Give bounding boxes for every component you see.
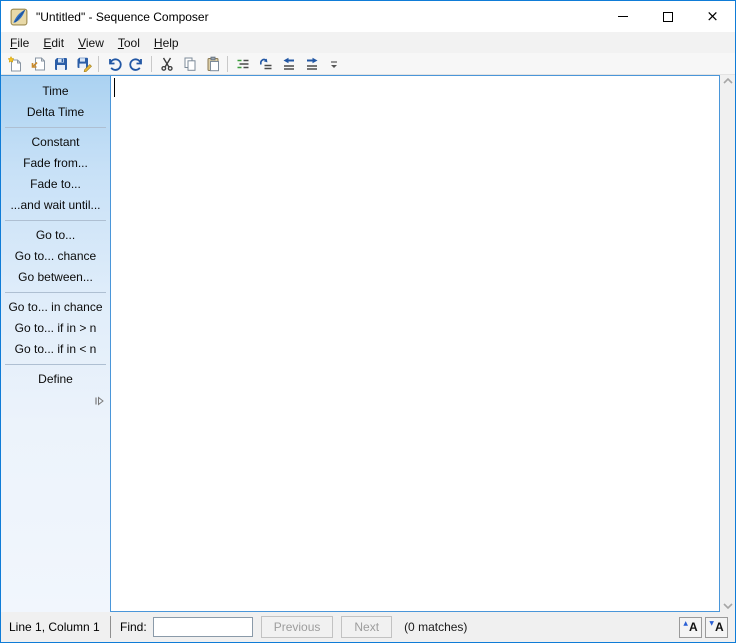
sidebar-item-define[interactable]: Define [1,369,110,390]
copy-icon [184,57,195,71]
sidebar-item-time[interactable]: Time [1,81,110,102]
undo-icon [108,57,122,71]
minimize-icon [617,16,628,17]
sidebar-item-delta-time[interactable]: Delta Time [1,102,110,123]
paste-icon [207,56,219,71]
save-button[interactable] [49,53,72,74]
scroll-down-icon[interactable] [722,603,733,609]
close-icon: × [706,7,719,25]
statusbar-separator [110,616,111,638]
triangle-down-icon: ▼ [709,619,714,627]
window-title: "Untitled" - Sequence Composer [36,9,209,24]
toolbar-overflow-button[interactable] [327,53,341,74]
redo-button[interactable] [125,53,148,74]
sidebar-separator [5,127,106,128]
find-input[interactable] [152,617,253,637]
save-icon [54,57,67,70]
sidebar-item-go-to-chance[interactable]: Go to... chance [1,246,110,267]
app-window: "Untitled" - Sequence Composer × File Ed… [0,0,736,643]
save-as-icon [77,57,92,72]
toolbar-separator [227,55,228,72]
new-file-button[interactable] [3,53,26,74]
sidebar-separator [5,220,106,221]
editor-scrollbar[interactable] [720,75,735,612]
toolbar-separator [151,55,152,72]
font-increase-label: A [688,619,698,634]
match-count: (0 matches) [404,620,468,634]
undo-button[interactable] [102,53,125,74]
toolbar [1,53,735,75]
menu-tool[interactable]: Tool [111,34,147,52]
menu-view[interactable]: View [71,34,111,52]
find-next-button[interactable]: Next [341,616,393,638]
text-caret [114,78,115,97]
font-decrease-button[interactable]: ▼ A [705,616,728,638]
sidebar-separator [5,292,106,293]
sidebar-item-fade-to[interactable]: Fade to... [1,174,110,195]
sidebar-item-fade-from[interactable]: Fade from... [1,153,110,174]
title-bar: "Untitled" - Sequence Composer × [1,1,735,32]
maximize-button[interactable] [645,1,690,32]
action-palette: Time Delta Time Constant Fade from... Fa… [1,75,110,612]
app-icon [10,8,28,25]
shift-right-button[interactable] [300,53,323,74]
format-document-icon [237,59,248,68]
triangle-up-icon: ▲ [683,619,688,627]
sidebar-item-constant[interactable]: Constant [1,132,110,153]
sidebar-item-go-between[interactable]: Go between... [1,267,110,288]
find-previous-button[interactable]: Previous [260,616,334,638]
new-file-icon [6,55,21,71]
menu-help[interactable]: Help [147,34,186,52]
collapse-panel-icon [95,396,104,406]
open-file-icon [31,57,45,70]
redo-icon [128,57,142,71]
maximize-icon [662,11,673,22]
sidebar-collapse-button[interactable] [1,390,110,406]
scroll-up-icon[interactable] [722,78,733,84]
save-as-button[interactable] [72,53,95,74]
menu-bar: File Edit View Tool Help [1,32,735,53]
sidebar-item-go-to-in-chance[interactable]: Go to... in chance [1,297,110,318]
sequence-editor[interactable] [110,75,720,612]
minimize-button[interactable] [600,1,645,32]
smart-indent-icon [259,58,271,69]
cut-button[interactable] [155,53,178,74]
format-document-button[interactable] [231,53,254,74]
close-button[interactable]: × [690,1,735,32]
sidebar-item-go-to-if-in-lt-n[interactable]: Go to... if in < n [1,339,110,360]
menu-file[interactable]: File [3,34,36,52]
shift-left-icon [283,57,294,70]
main-content: Time Delta Time Constant Fade from... Fa… [1,75,735,612]
shift-right-icon [306,57,317,70]
toolbar-overflow-icon [331,60,337,68]
sidebar-separator [5,364,106,365]
shift-left-button[interactable] [277,53,300,74]
open-file-button[interactable] [26,53,49,74]
cursor-position-label: Line 1, Column 1 [9,620,100,634]
sidebar-item-go-to[interactable]: Go to... [1,225,110,246]
cut-icon [160,57,173,71]
font-increase-button[interactable]: ▲ A [679,616,702,638]
status-bar: Line 1, Column 1 Find: Previous Next (0 … [1,612,735,642]
copy-button[interactable] [178,53,201,74]
find-label: Find: [120,620,147,634]
menu-edit[interactable]: Edit [36,34,71,52]
sidebar-item-and-wait-until[interactable]: ...and wait until... [1,195,110,216]
font-decrease-label: A [714,619,724,634]
sidebar-item-go-to-if-in-gt-n[interactable]: Go to... if in > n [1,318,110,339]
paste-button[interactable] [201,53,224,74]
toolbar-separator [98,55,99,72]
smart-indent-button[interactable] [254,53,277,74]
